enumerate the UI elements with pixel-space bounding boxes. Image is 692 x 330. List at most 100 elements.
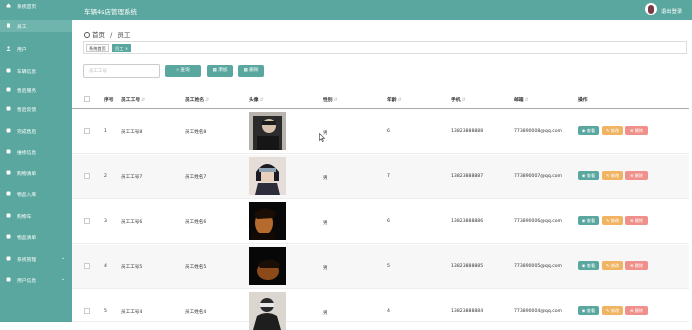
cell-gender: 男 xyxy=(323,311,328,316)
sort-icon[interactable]: ⇵ xyxy=(398,98,402,103)
chevron-down-icon[interactable]: ⌄ xyxy=(61,276,65,282)
sort-icon[interactable]: ⇵ xyxy=(462,98,466,103)
sidebar-item-11[interactable]: 物品清单 xyxy=(0,231,72,243)
cell-phone: 13823888888 xyxy=(451,129,484,134)
tag-home[interactable]: 系统首页 xyxy=(86,44,109,52)
sidebar-item-label: 售后服务 xyxy=(17,89,37,94)
sidebar-item-9[interactable]: 物品入库 xyxy=(0,188,72,200)
column-header-gender[interactable]: 性别⇵ xyxy=(323,96,338,103)
list-icon xyxy=(6,170,11,175)
view-button[interactable]: ◉ 查看 xyxy=(578,261,599,270)
column-header-gender-label: 性别 xyxy=(323,98,333,103)
sidebar-item-10[interactable]: 购物车 xyxy=(0,210,72,222)
avatar-photo xyxy=(249,202,286,240)
table-row[interactable]: 3 员工工号6 员工姓名6 男 6 13823888886 773890006@qq.com… xyxy=(72,200,689,244)
home-icon xyxy=(84,32,90,38)
cell-index: 2 xyxy=(104,174,107,179)
view-button[interactable]: ◉ 查看 xyxy=(578,306,599,315)
query-button[interactable]: ⌕ 查询 xyxy=(165,65,201,77)
chevron-down-icon[interactable]: ⌄ xyxy=(61,255,65,261)
sidebar-item-8[interactable]: 购物清单 xyxy=(0,167,72,179)
delete-button[interactable]: ⊗ 删除 xyxy=(625,171,648,180)
cell-name: 员工姓名8 xyxy=(185,130,207,135)
sort-icon[interactable]: ⇵ xyxy=(141,98,145,103)
tag-employee-label: 员工 xyxy=(115,46,124,51)
column-header-phone[interactable]: 手机⇵ xyxy=(451,96,466,103)
view-button-label: 查看 xyxy=(586,173,596,178)
sort-icon[interactable]: ⇵ xyxy=(260,98,264,103)
sidebar-item-6[interactable]: 完成售后 xyxy=(0,125,72,137)
column-header-email[interactable]: 邮箱⇵ xyxy=(514,96,529,103)
delete-button[interactable]: ⊗ 删除 xyxy=(625,216,648,225)
logout-link[interactable]: 退出登录 xyxy=(661,7,682,15)
sort-icon[interactable]: ⇵ xyxy=(525,98,529,103)
sidebar-item-0[interactable]: 系统首页 xyxy=(0,0,72,12)
sidebar-item-13[interactable]: 用户信息 ⌄ xyxy=(0,274,72,286)
view-button[interactable]: ◉ 查看 xyxy=(578,216,599,225)
column-header-age[interactable]: 年龄⇵ xyxy=(387,96,402,103)
table-header: 序号 员工工号⇵ 员工姓名⇵ 头像⇵ 性别⇵ 年龄⇵ 手机⇵ 邮箱⇵ 操作 xyxy=(72,89,689,109)
avatar-photo xyxy=(249,112,286,150)
view-button[interactable]: ◉ 查看 xyxy=(578,126,599,135)
tag-employee[interactable]: 员工 × xyxy=(112,44,132,52)
cell-emp-id: 员工工号5 xyxy=(121,265,143,270)
close-icon[interactable]: × xyxy=(125,46,129,51)
sidebar-item-1[interactable]: 员工 xyxy=(0,20,72,32)
wrench-icon xyxy=(6,149,11,154)
sidebar-item-7[interactable]: 维修信息 xyxy=(0,146,72,158)
column-header-photo[interactable]: 头像⇵ xyxy=(249,96,264,103)
sidebar-item-5[interactable]: 售后反馈 xyxy=(0,103,72,115)
cell-age: 7 xyxy=(387,174,390,179)
column-header-name-label: 员工姓名 xyxy=(185,98,205,103)
table-row[interactable]: 4 员工工号5 员工姓名5 男 5 13823888885 773890005@qq.com… xyxy=(72,245,689,289)
breadcrumb-separator: / xyxy=(110,31,113,39)
sidebar-item-label: 用户信息 xyxy=(17,279,37,284)
breadcrumb-home[interactable]: 首页 xyxy=(92,31,105,39)
table-row[interactable]: 2 员工工号7 员工姓名7 男 7 13823888887 773890007@qq.com… xyxy=(72,155,689,199)
sort-icon[interactable]: ⇵ xyxy=(334,98,338,103)
edit-button-label: 修改 xyxy=(610,128,620,133)
edit-button[interactable]: ✎ 修改 xyxy=(602,216,623,225)
settings-icon xyxy=(6,256,11,261)
cell-age: 4 xyxy=(387,309,390,314)
edit-button[interactable]: ✎ 修改 xyxy=(602,171,623,180)
row-checkbox[interactable] xyxy=(84,308,90,314)
column-header-index: 序号 xyxy=(104,98,114,103)
sidebar-item-4[interactable]: 售后服务 xyxy=(0,84,72,96)
add-button[interactable]: ▦ 添加 xyxy=(207,65,233,77)
row-checkbox[interactable] xyxy=(84,173,90,179)
view-button[interactable]: ◉ 查看 xyxy=(578,171,599,180)
delete-button[interactable]: ▦ 删除 xyxy=(238,65,264,77)
sidebar-item-label: 完成售后 xyxy=(17,130,37,135)
user-avatar[interactable] xyxy=(645,3,657,15)
sidebar-item-3[interactable]: 车辆信息 xyxy=(0,65,72,77)
row-checkbox[interactable] xyxy=(84,218,90,224)
sort-icon[interactable]: ⇵ xyxy=(205,98,209,103)
select-all-checkbox[interactable] xyxy=(84,96,90,102)
clipboard-icon xyxy=(6,234,11,239)
cell-name: 员工姓名6 xyxy=(185,220,207,225)
sidebar-item-12[interactable]: 系统管理 ⌄ xyxy=(0,253,72,265)
system-title: 车辆4s店管理系统 xyxy=(84,8,138,16)
cell-age: 6 xyxy=(387,129,390,134)
sidebar-item-label: 车辆信息 xyxy=(17,70,37,75)
row-checkbox[interactable] xyxy=(84,263,90,269)
column-header-phone-label: 手机 xyxy=(451,98,461,103)
delete-button[interactable]: ⊗ 删除 xyxy=(625,126,648,135)
delete-button[interactable]: ⊗ 删除 xyxy=(625,261,648,270)
column-header-emp-id[interactable]: 员工工号⇵ xyxy=(121,96,145,103)
column-header-name[interactable]: 员工姓名⇵ xyxy=(185,96,209,103)
table-row[interactable]: 5 员工工号4 员工姓名4 男 4 13823888884 773890004@qq.com… xyxy=(72,290,689,330)
cell-age: 5 xyxy=(387,264,390,269)
cell-emp-id: 员工工号7 xyxy=(121,175,143,180)
edit-button[interactable]: ✎ 修改 xyxy=(602,306,623,315)
box-icon xyxy=(6,191,11,196)
edit-button[interactable]: ✎ 修改 xyxy=(602,261,623,270)
sidebar-item-2[interactable]: 用户 xyxy=(0,43,72,55)
delete-button[interactable]: ⊗ 删除 xyxy=(625,306,648,315)
employee-id-search-input[interactable] xyxy=(83,64,160,78)
edit-button[interactable]: ✎ 修改 xyxy=(602,126,623,135)
row-checkbox[interactable] xyxy=(84,128,90,134)
cell-index: 4 xyxy=(104,264,107,269)
table-row[interactable]: 1 员工工号8 员工姓名8 男 6 13823888888 773890008@qq.com… xyxy=(72,110,689,154)
